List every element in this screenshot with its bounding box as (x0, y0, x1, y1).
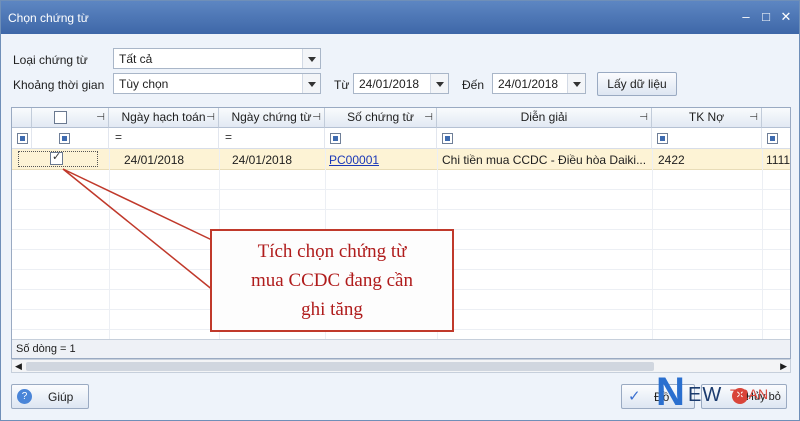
callout-pointer (62, 168, 215, 292)
callout-line-2: mua CCDC đang cần (250, 270, 413, 291)
help-button-label: Giúp (48, 390, 74, 404)
watermark-letter-n: N (656, 370, 685, 414)
choose-voucher-dialog: Chọn chứng từ – □ ✕ Loại chứng từ Tất cả… (0, 0, 800, 421)
callout-line-1: Tích chọn chứng từ (257, 241, 407, 262)
callout-box: Tích chọn chứng từ mua CCDC đang cần ghi… (210, 229, 454, 332)
help-icon: ? (17, 389, 32, 404)
help-button[interactable]: ? Giúp (11, 384, 89, 409)
watermark-text-tran: TRAN (730, 386, 769, 402)
watermark-text-ew: EW (688, 384, 723, 406)
checkmark-icon: ✓ (628, 388, 641, 405)
callout-line-3: ghi tăng (301, 299, 363, 320)
newtran-watermark-logo: N EW TRAN (656, 370, 796, 419)
